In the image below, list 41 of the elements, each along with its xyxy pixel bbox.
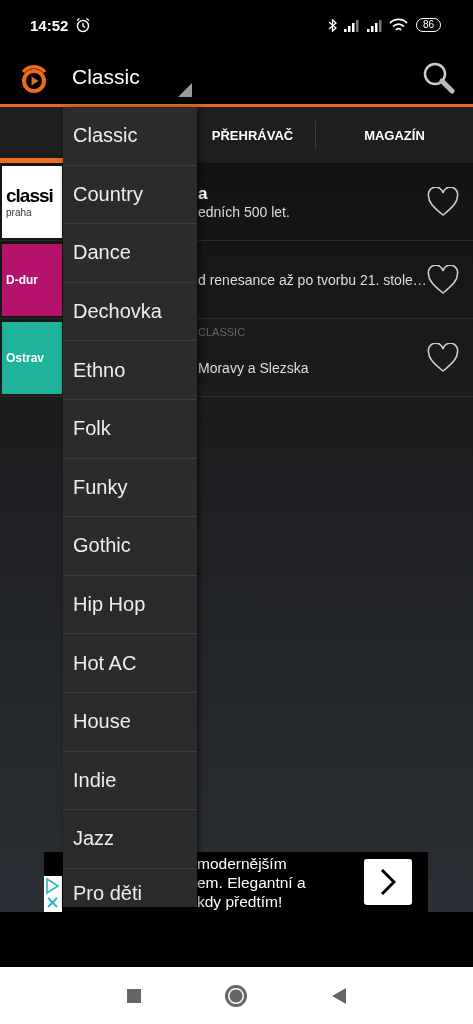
recents-button[interactable] [126, 988, 141, 1003]
back-button[interactable] [330, 986, 347, 1005]
ad-text: em. Elegantní a [197, 872, 306, 892]
heart-icon[interactable] [427, 264, 459, 295]
bluetooth-icon [327, 17, 338, 33]
genre-menu-item[interactable]: Folk [63, 399, 197, 459]
signal-icon [342, 18, 361, 32]
genre-menu-item[interactable]: Dance [63, 224, 197, 283]
genre-menu-item[interactable]: Gothic [63, 517, 197, 576]
status-time: 14:52 [30, 16, 69, 34]
station-description: d renesance až po tvorbu 21. stole… [198, 271, 427, 288]
station-genre: CLASSIC [198, 325, 247, 338]
genre-menu-item[interactable]: Ethno [63, 341, 197, 400]
genre-menu-item[interactable]: Country [63, 165, 197, 225]
signal-icon [365, 18, 384, 32]
alarm-clock-icon [75, 17, 92, 33]
genre-menu-item[interactable]: Classic [63, 107, 197, 166]
station-logo: Ostrav [2, 321, 62, 394]
genre-menu-item[interactable]: Indie [63, 751, 197, 811]
genre-menu-item[interactable]: Funky [63, 458, 197, 518]
genre-menu-item[interactable]: Dechovka [63, 282, 197, 342]
heart-icon[interactable] [427, 186, 459, 217]
station-description: edních 500 let. [198, 203, 291, 220]
genre-menu-item[interactable]: Hip Hop [63, 575, 197, 635]
tab[interactable]: MAGAZÍN [316, 107, 473, 163]
genre-menu-item[interactable]: House [63, 692, 197, 752]
station-logo: classi praha [2, 165, 62, 238]
genre-menu-item[interactable]: Jazz [63, 810, 197, 869]
station-description: Moravy a Slezska [198, 359, 310, 376]
station-title: a [198, 183, 209, 204]
genre-menu-item[interactable]: Hot AC [63, 634, 197, 693]
home-button[interactable] [224, 984, 247, 1007]
chevron-right-icon [380, 868, 396, 896]
search-icon[interactable] [421, 60, 455, 94]
ad-text: modernějším [197, 853, 288, 873]
ad-open-button[interactable] [364, 859, 412, 905]
ad-text: kdy předtím! [197, 891, 284, 911]
station-logo: D-dur [2, 243, 62, 316]
genre-menu-item[interactable]: Pro děti [63, 868, 197, 907]
wifi-icon [388, 17, 408, 33]
heart-icon[interactable] [427, 342, 459, 373]
